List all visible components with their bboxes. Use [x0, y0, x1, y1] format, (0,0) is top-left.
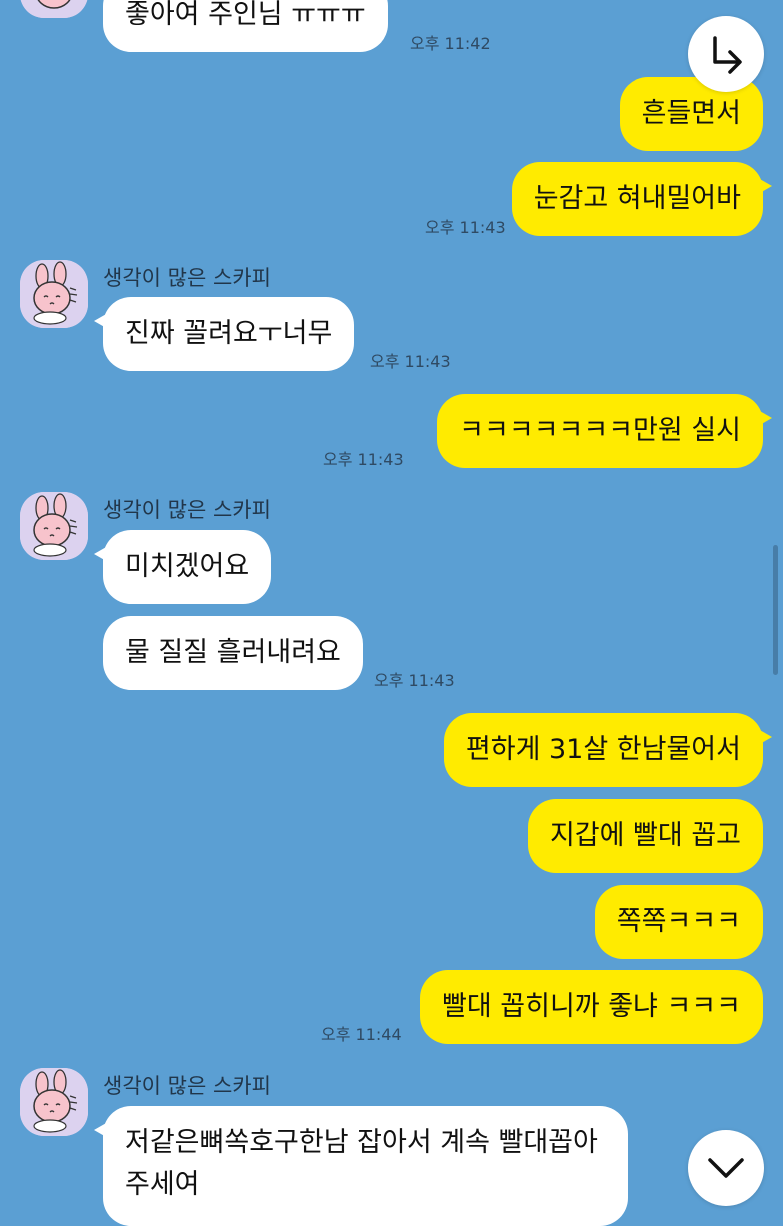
message-time: 오후 11:43 [425, 218, 506, 237]
sender-name: 생각이 많은 스카피 [103, 498, 271, 522]
message-text: 좋아여 주인님 ㅠㅠㅠ [125, 0, 366, 30]
reply-arrow-icon [713, 36, 742, 74]
chat-view[interactable]: 좋아여 주인님 ㅠㅠㅠ 오후 11:42 흔들면서 눈감고 혀내밀어바 오후 1… [0, 0, 783, 1226]
message-time: 오후 11:42 [410, 34, 491, 53]
message-bubble[interactable]: 지갑에 빨대 꼽고 [527, 799, 763, 873]
avatar[interactable] [20, 260, 88, 328]
avatar-bunny-icon [20, 492, 88, 560]
message-time: 오후 11:43 [374, 671, 455, 690]
message-text: ㅋㅋㅋㅋㅋㅋㅋ만원 실시 [459, 415, 741, 446]
message-bubble[interactable]: 쪽쪽ㅋㅋㅋ [594, 885, 763, 959]
message-text: 진짜 꼴려요ㅜ너무 [125, 318, 333, 349]
message-bubble[interactable]: 미치겠어요 [93, 530, 272, 604]
message-text: 쪽쪽ㅋㅋㅋ [616, 906, 741, 937]
message-bubble[interactable]: 좋아여 주인님 ㅠㅠㅠ [103, 0, 388, 52]
message-text: 미치겠어요 [125, 551, 250, 582]
avatar[interactable] [20, 0, 88, 18]
message-bubble[interactable]: ㅋㅋㅋㅋㅋㅋㅋ만원 실시 [437, 394, 772, 468]
message-text: 흔들면서 [641, 98, 741, 129]
avatar-bunny-icon [20, 1068, 88, 1136]
scrollbar-thumb[interactable] [773, 545, 778, 675]
message-text: 빨대 꼽히니까 좋냐 ㅋㅋㅋ [442, 991, 741, 1022]
message-text: 지갑에 빨대 꼽고 [549, 820, 741, 851]
reply-button[interactable] [688, 16, 764, 92]
message-bubble[interactable]: 저같은뼈쏙호구한남 잡아서 계속 빨대꼽아 주세여 [94, 1106, 628, 1226]
message-text-line: 저같은뼈쏙호구한남 잡아서 계속 빨대꼽아 [125, 1127, 598, 1158]
message-bubble[interactable]: 편하게 31살 한남물어서 [443, 713, 773, 787]
message-bubble[interactable]: 물 질질 흘러내려요 [103, 616, 363, 690]
avatar-bunny-icon [20, 0, 88, 18]
message-text: 물 질질 흘러내려요 [125, 637, 341, 668]
message-time: 오후 11:44 [321, 1025, 402, 1044]
scroll-to-bottom-button[interactable] [688, 1130, 764, 1206]
message-time: 오후 11:43 [323, 450, 404, 469]
avatar-bunny-icon [20, 260, 88, 328]
avatar[interactable] [20, 1068, 88, 1136]
message-text: 편하게 31살 한남물어서 [465, 734, 741, 765]
message-time: 오후 11:43 [370, 352, 451, 371]
message-text: 눈감고 혀내밀어바 [533, 183, 741, 214]
message-bubble[interactable]: 진짜 꼴려요ㅜ너무 [93, 297, 355, 371]
avatar[interactable] [20, 492, 88, 560]
message-bubble[interactable]: 눈감고 혀내밀어바 [511, 162, 773, 236]
message-bubble[interactable]: 빨대 꼽히니까 좋냐 ㅋㅋㅋ [420, 970, 763, 1044]
sender-name: 생각이 많은 스카피 [103, 1074, 271, 1098]
chevron-down-icon [708, 1158, 744, 1178]
sender-name: 생각이 많은 스카피 [103, 266, 271, 290]
